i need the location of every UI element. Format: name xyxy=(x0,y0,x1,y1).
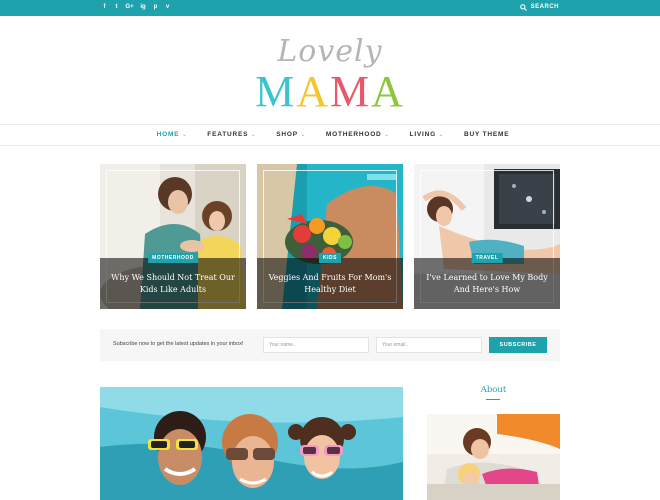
nav-item-shop[interactable]: SHOP ⌄ xyxy=(276,131,306,138)
category-badge[interactable]: MOTHERHOOD xyxy=(148,253,198,263)
card-title[interactable]: Why We Should Not Treat Our Kids Like Ad… xyxy=(108,272,238,296)
search-icon xyxy=(519,4,527,11)
featured-card-motherhood[interactable]: MOTHERHOOD Why We Should Not Treat Our K… xyxy=(100,164,246,309)
facebook-icon[interactable]: f xyxy=(101,3,108,12)
chevron-down-icon: ⌄ xyxy=(300,132,306,138)
category-badge[interactable]: TRAVEL xyxy=(471,253,503,263)
nav-item-buy-theme[interactable]: BUY THEME xyxy=(464,131,509,138)
twitter-icon[interactable]: t xyxy=(113,3,120,12)
chevron-down-icon: ⌄ xyxy=(251,132,257,138)
mother-child-photo xyxy=(427,414,560,500)
category-badge[interactable]: KIDS xyxy=(319,253,341,263)
subscribe-button[interactable]: SUBSCRIBE xyxy=(489,337,547,353)
chevron-down-icon: ⌄ xyxy=(439,132,445,138)
pinterest-icon[interactable]: p xyxy=(152,3,159,12)
chevron-down-icon: ⌄ xyxy=(182,132,188,138)
logo-script-text: Lovely xyxy=(277,34,383,69)
featured-card-kids[interactable]: KIDS Veggies And Fruits For Mom's Health… xyxy=(257,164,403,309)
nav-item-home[interactable]: HOME ⌄ xyxy=(157,131,188,138)
card-title[interactable]: Veggies And Fruits For Mom's Healthy Die… xyxy=(265,272,395,296)
instagram-icon[interactable]: ig xyxy=(139,3,147,12)
nav-item-motherhood[interactable]: MOTHERHOOD ⌄ xyxy=(326,131,390,138)
top-bar: f t G+ ig p v SEARCH xyxy=(0,0,660,16)
google-plus-icon[interactable]: G+ xyxy=(125,3,134,12)
search-button[interactable]: SEARCH xyxy=(519,3,559,12)
main-nav: HOME ⌄ FEATURES ⌄ SHOP ⌄ MOTHERHOOD ⌄ LIVING… xyxy=(0,124,660,146)
email-field[interactable]: Your email.. xyxy=(376,337,482,353)
chevron-down-icon: ⌄ xyxy=(384,132,390,138)
about-divider xyxy=(486,399,500,400)
vimeo-icon[interactable]: v xyxy=(164,3,171,12)
post-hero-image[interactable] xyxy=(100,387,403,500)
card-title[interactable]: I've Learned to Love My Body And Here's … xyxy=(422,272,552,296)
logo-main-text: MAMA xyxy=(255,67,405,116)
subscribe-text: Subscribe now to get the latest updates … xyxy=(113,341,244,347)
search-label: SEARCH xyxy=(530,4,559,10)
about-widget-title: About xyxy=(480,385,507,395)
social-links: f t G+ ig p v xyxy=(101,3,171,12)
site-logo[interactable]: Lovely MAMA xyxy=(0,16,660,124)
about-image[interactable] xyxy=(427,414,560,500)
family-photo xyxy=(100,387,403,500)
nav-item-living[interactable]: LIVING ⌄ xyxy=(410,131,444,138)
subscribe-bar: Subscribe now to get the latest updates … xyxy=(100,329,560,361)
featured-card-travel[interactable]: TRAVEL I've Learned to Love My Body And … xyxy=(414,164,560,309)
nav-item-features[interactable]: FEATURES ⌄ xyxy=(207,131,256,138)
name-field[interactable]: Your name.. xyxy=(263,337,369,353)
